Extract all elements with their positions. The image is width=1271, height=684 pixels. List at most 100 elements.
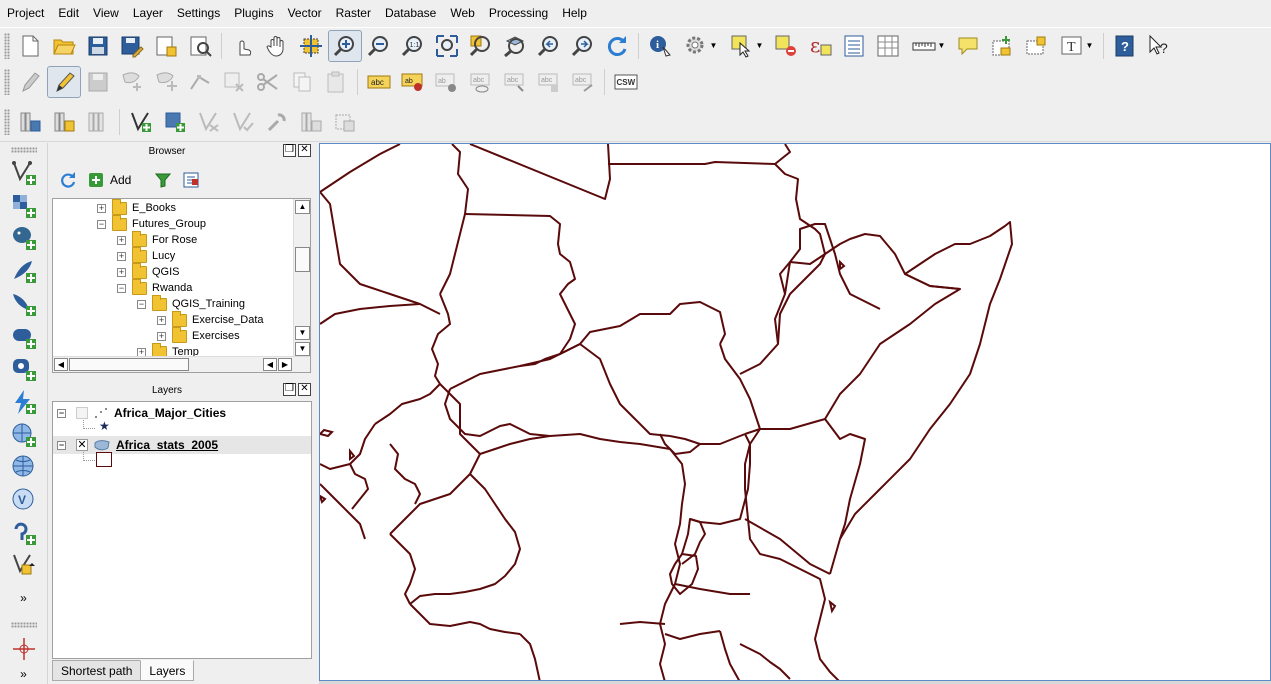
touch-zoom-button[interactable] [226, 30, 260, 62]
attribute-table-button[interactable] [837, 30, 871, 62]
add-oracle-layer-button[interactable] [7, 320, 41, 353]
delete-selected-button[interactable] [217, 66, 251, 98]
select-features-button[interactable]: ▼ [723, 30, 769, 62]
add-spatialite-layer-button[interactable] [7, 255, 41, 288]
refresh-browser-button[interactable] [58, 170, 78, 190]
reshape-button[interactable] [158, 106, 192, 138]
add-mssql-layer-button[interactable] [7, 288, 41, 321]
offset-curve-button[interactable] [260, 106, 294, 138]
float-panel-button[interactable]: ❐ [283, 144, 296, 157]
chevron-down-icon[interactable]: ▼ [756, 41, 764, 50]
tree-item[interactable]: + Exercises [157, 326, 240, 344]
new-project-button[interactable] [13, 30, 47, 62]
zoom-full-button[interactable] [430, 30, 464, 62]
close-panel-button[interactable]: ✕ [298, 383, 311, 396]
merge-features-button[interactable] [294, 106, 328, 138]
chevron-down-icon[interactable]: ▼ [710, 41, 718, 50]
new-vertex-button[interactable] [124, 106, 158, 138]
rotate-label-button[interactable]: abc [498, 66, 532, 98]
add-wcs-layer-button[interactable] [7, 418, 41, 451]
float-panel-button[interactable]: ❐ [283, 383, 296, 396]
save-edits-button[interactable] [81, 66, 115, 98]
toggle-editing-button[interactable] [47, 66, 81, 98]
node-tool-button[interactable] [183, 66, 217, 98]
menu-vector[interactable]: Vector [281, 0, 329, 27]
vertical-scrollbar[interactable]: ▲ ▼ ▼ [293, 199, 310, 357]
new-print-composer-button[interactable] [149, 30, 183, 62]
add-postgis-layer-button[interactable] [7, 222, 41, 255]
menu-view[interactable]: View [86, 0, 126, 27]
tree-item[interactable]: + For Rose [117, 230, 197, 248]
add-wfs-layer-button[interactable] [7, 451, 41, 484]
expand-icon[interactable]: + [117, 235, 126, 245]
show-hide-labels-button[interactable]: ab [430, 66, 464, 98]
whats-this-button[interactable]: ? [1142, 30, 1176, 62]
map-tips-button[interactable] [951, 30, 985, 62]
menu-processing[interactable]: Processing [482, 0, 555, 27]
zoom-out-button[interactable] [362, 30, 396, 62]
cut-features-button[interactable] [251, 66, 285, 98]
expand-icon[interactable]: + [117, 267, 126, 277]
show-bookmarks-button[interactable] [1019, 30, 1053, 62]
browser-tree[interactable]: + E_Books − Futures_Group + For Rose + Lucy … [52, 198, 311, 373]
expand-icon[interactable]: + [97, 203, 106, 213]
zoom-to-layer-button[interactable] [498, 30, 532, 62]
toolbar-handle[interactable] [4, 69, 10, 95]
more-tools-button[interactable]: » [7, 582, 41, 615]
tab-shortest-path[interactable]: Shortest path [52, 660, 142, 681]
chevron-down-icon[interactable]: ▼ [938, 41, 946, 50]
collapse-icon[interactable]: − [57, 408, 66, 418]
add-delimited-text-layer-button[interactable] [7, 516, 41, 549]
crosshair-tool-button[interactable] [7, 632, 41, 665]
scroll-up-icon[interactable]: ▲ [295, 200, 310, 214]
tree-item[interactable]: − Futures_Group [97, 214, 206, 232]
current-edits-button[interactable] [13, 66, 47, 98]
expression-select-button[interactable]: ε [803, 30, 837, 62]
scroll-left-icon[interactable]: ◀ [54, 358, 68, 371]
add-layer-from-db-button[interactable] [13, 106, 47, 138]
simplify-button[interactable] [192, 106, 226, 138]
zoom-in-button[interactable] [328, 29, 362, 62]
paste-features-button[interactable] [319, 66, 353, 98]
move-feature-button[interactable] [149, 66, 183, 98]
toolbar-handle[interactable] [10, 622, 37, 629]
zoom-actual-button[interactable]: 1:1 [396, 30, 430, 62]
menu-plugins[interactable]: Plugins [227, 0, 280, 27]
menu-web[interactable]: Web [443, 0, 481, 27]
tree-item[interactable]: + Lucy [117, 246, 175, 264]
layer-visibility-checkbox[interactable]: ✕ [76, 439, 88, 451]
measure-button[interactable]: ▼ [905, 30, 951, 62]
copy-features-button[interactable] [285, 66, 319, 98]
menu-database[interactable]: Database [378, 0, 443, 27]
add-virtual-layer-button[interactable]: V [7, 484, 41, 517]
tree-item[interactable]: + QGIS [117, 262, 180, 280]
composer-manager-button[interactable] [183, 30, 217, 62]
toolbar-handle[interactable] [10, 147, 37, 153]
toolbar-handle[interactable] [4, 108, 10, 135]
scroll-down-icon[interactable]: ▼ [295, 326, 310, 340]
zoom-last-button[interactable] [532, 30, 566, 62]
pan-to-selection-button[interactable] [294, 30, 328, 62]
zoom-to-selection-button[interactable] [464, 30, 498, 62]
expand-icon[interactable]: + [157, 331, 166, 341]
db-query-button[interactable] [81, 106, 115, 138]
text-annotation-button[interactable]: T ▼ [1053, 30, 1099, 62]
menu-edit[interactable]: Edit [51, 0, 86, 27]
map-canvas[interactable] [319, 143, 1271, 681]
more-tools-button-2[interactable]: » [7, 665, 41, 684]
add-vector-layer-button[interactable] [7, 157, 41, 190]
menu-settings[interactable]: Settings [170, 0, 227, 27]
add-db2-layer-button[interactable] [7, 353, 41, 386]
merge-attributes-button[interactable] [328, 106, 362, 138]
change-label-button[interactable]: abc [532, 66, 566, 98]
toolbar-handle[interactable] [4, 32, 10, 59]
run-feature-action-button[interactable]: ▼ [677, 30, 723, 62]
scroll-thumb[interactable] [295, 247, 310, 272]
menu-raster[interactable]: Raster [329, 0, 378, 27]
tab-layers[interactable]: Layers [140, 660, 195, 681]
identify-button[interactable]: i [643, 30, 677, 62]
scroll-thumb[interactable] [69, 358, 189, 371]
split-features-button[interactable] [226, 106, 260, 138]
scroll-down-icon[interactable]: ▼ [295, 342, 310, 356]
close-panel-button[interactable]: ✕ [298, 144, 311, 157]
